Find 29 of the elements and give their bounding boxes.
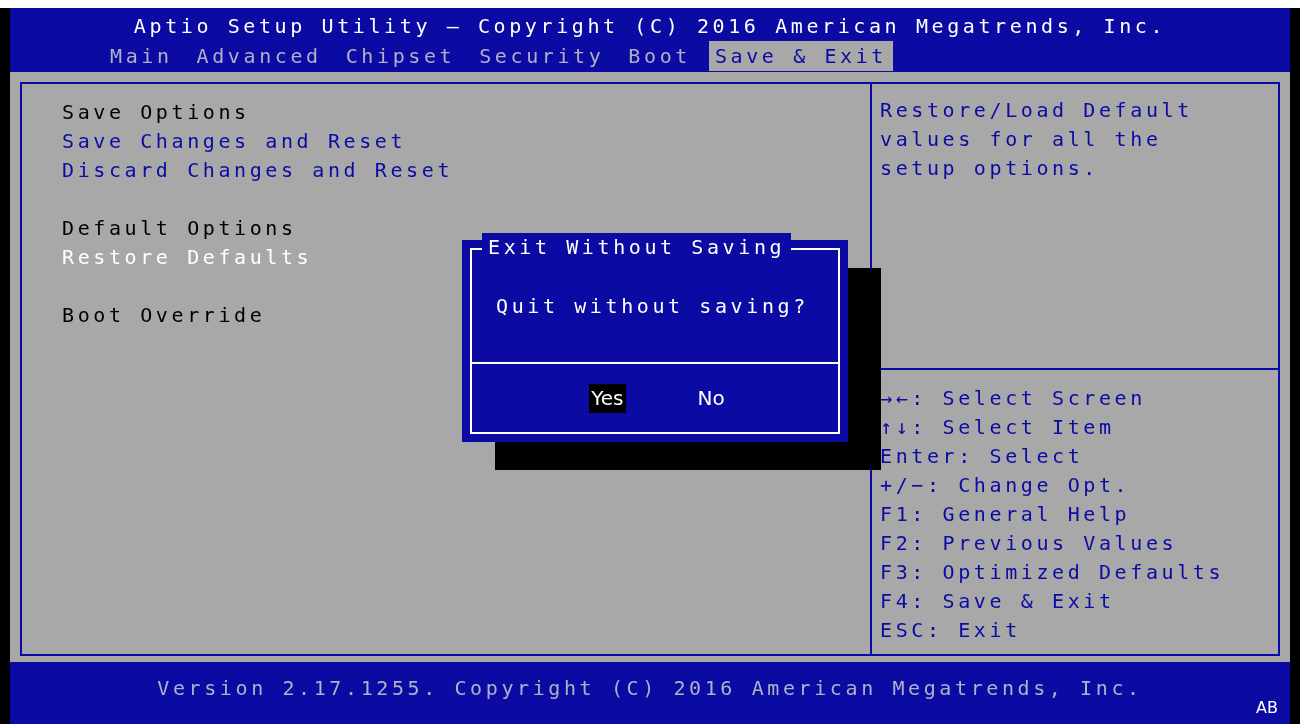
help-text: Restore/Load Default [880, 97, 1193, 124]
key-hint: F2: Previous Values [880, 530, 1178, 557]
key-hint: F4: Save & Exit [880, 588, 1115, 615]
key-hint: F1: General Help [880, 501, 1131, 528]
section-heading: Boot Override [62, 302, 266, 329]
menu-option[interactable]: Save Changes and Reset [62, 127, 407, 156]
key-hint: ↑↓: Select Item [880, 414, 1115, 441]
help-text: setup options. [880, 155, 1099, 182]
key-hint: Enter: Select [880, 443, 1084, 470]
key-hint: +/−: Change Opt. [880, 472, 1131, 499]
section-heading: Default Options [62, 215, 297, 242]
help-text: values for all the [880, 126, 1162, 153]
key-hint: →←: Select Screen [880, 385, 1146, 412]
dialog-message: Quit without saving? [496, 292, 809, 320]
menu-tab[interactable]: Chipset [339, 41, 462, 71]
section-heading: Save Options [62, 99, 250, 126]
version-text: Version 2.17.1255. Copyright (C) 2016 American Megatrends, Inc. [157, 675, 1143, 702]
window-title: Aptio Setup Utility – Copyright (C) 2016 American Megatrends, Inc. [133, 13, 1167, 40]
key-hint: F3: Optimized Defaults [880, 559, 1225, 586]
dialog-button[interactable]: No [695, 383, 727, 413]
menu-tab[interactable]: Advanced [190, 41, 328, 71]
menu-option[interactable]: Discard Changes and Reset [62, 156, 454, 185]
menu-tab[interactable]: Save & Exit [708, 41, 893, 71]
dialog-button[interactable]: Yes [589, 383, 626, 413]
corner-label: AB [1256, 697, 1278, 719]
key-hint: ESC: Exit [880, 617, 1021, 644]
menu-tab[interactable]: Boot [622, 41, 697, 71]
menu-tab[interactable]: Security [473, 41, 611, 71]
menu-tab[interactable]: Main [104, 41, 179, 71]
